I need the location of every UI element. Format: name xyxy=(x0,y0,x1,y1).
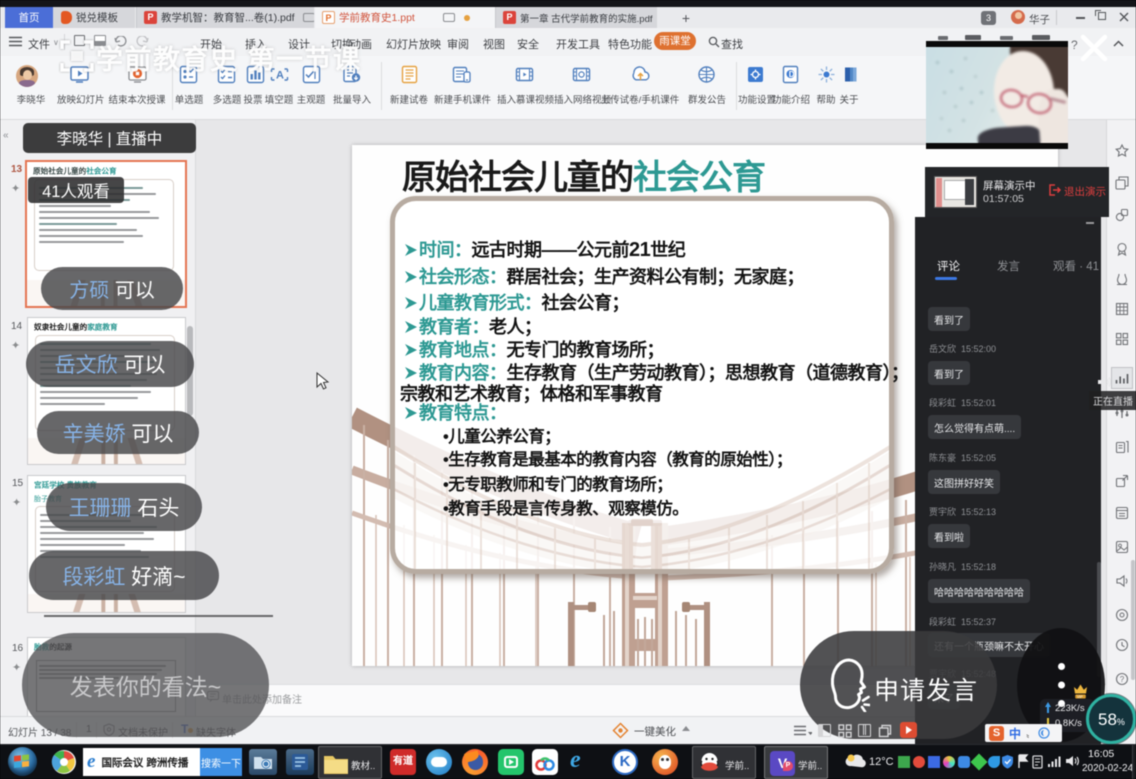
svg-text:VIP: VIP xyxy=(1077,695,1083,699)
svg-text:?: ? xyxy=(1120,675,1125,684)
svg-text:D: D xyxy=(789,70,795,79)
